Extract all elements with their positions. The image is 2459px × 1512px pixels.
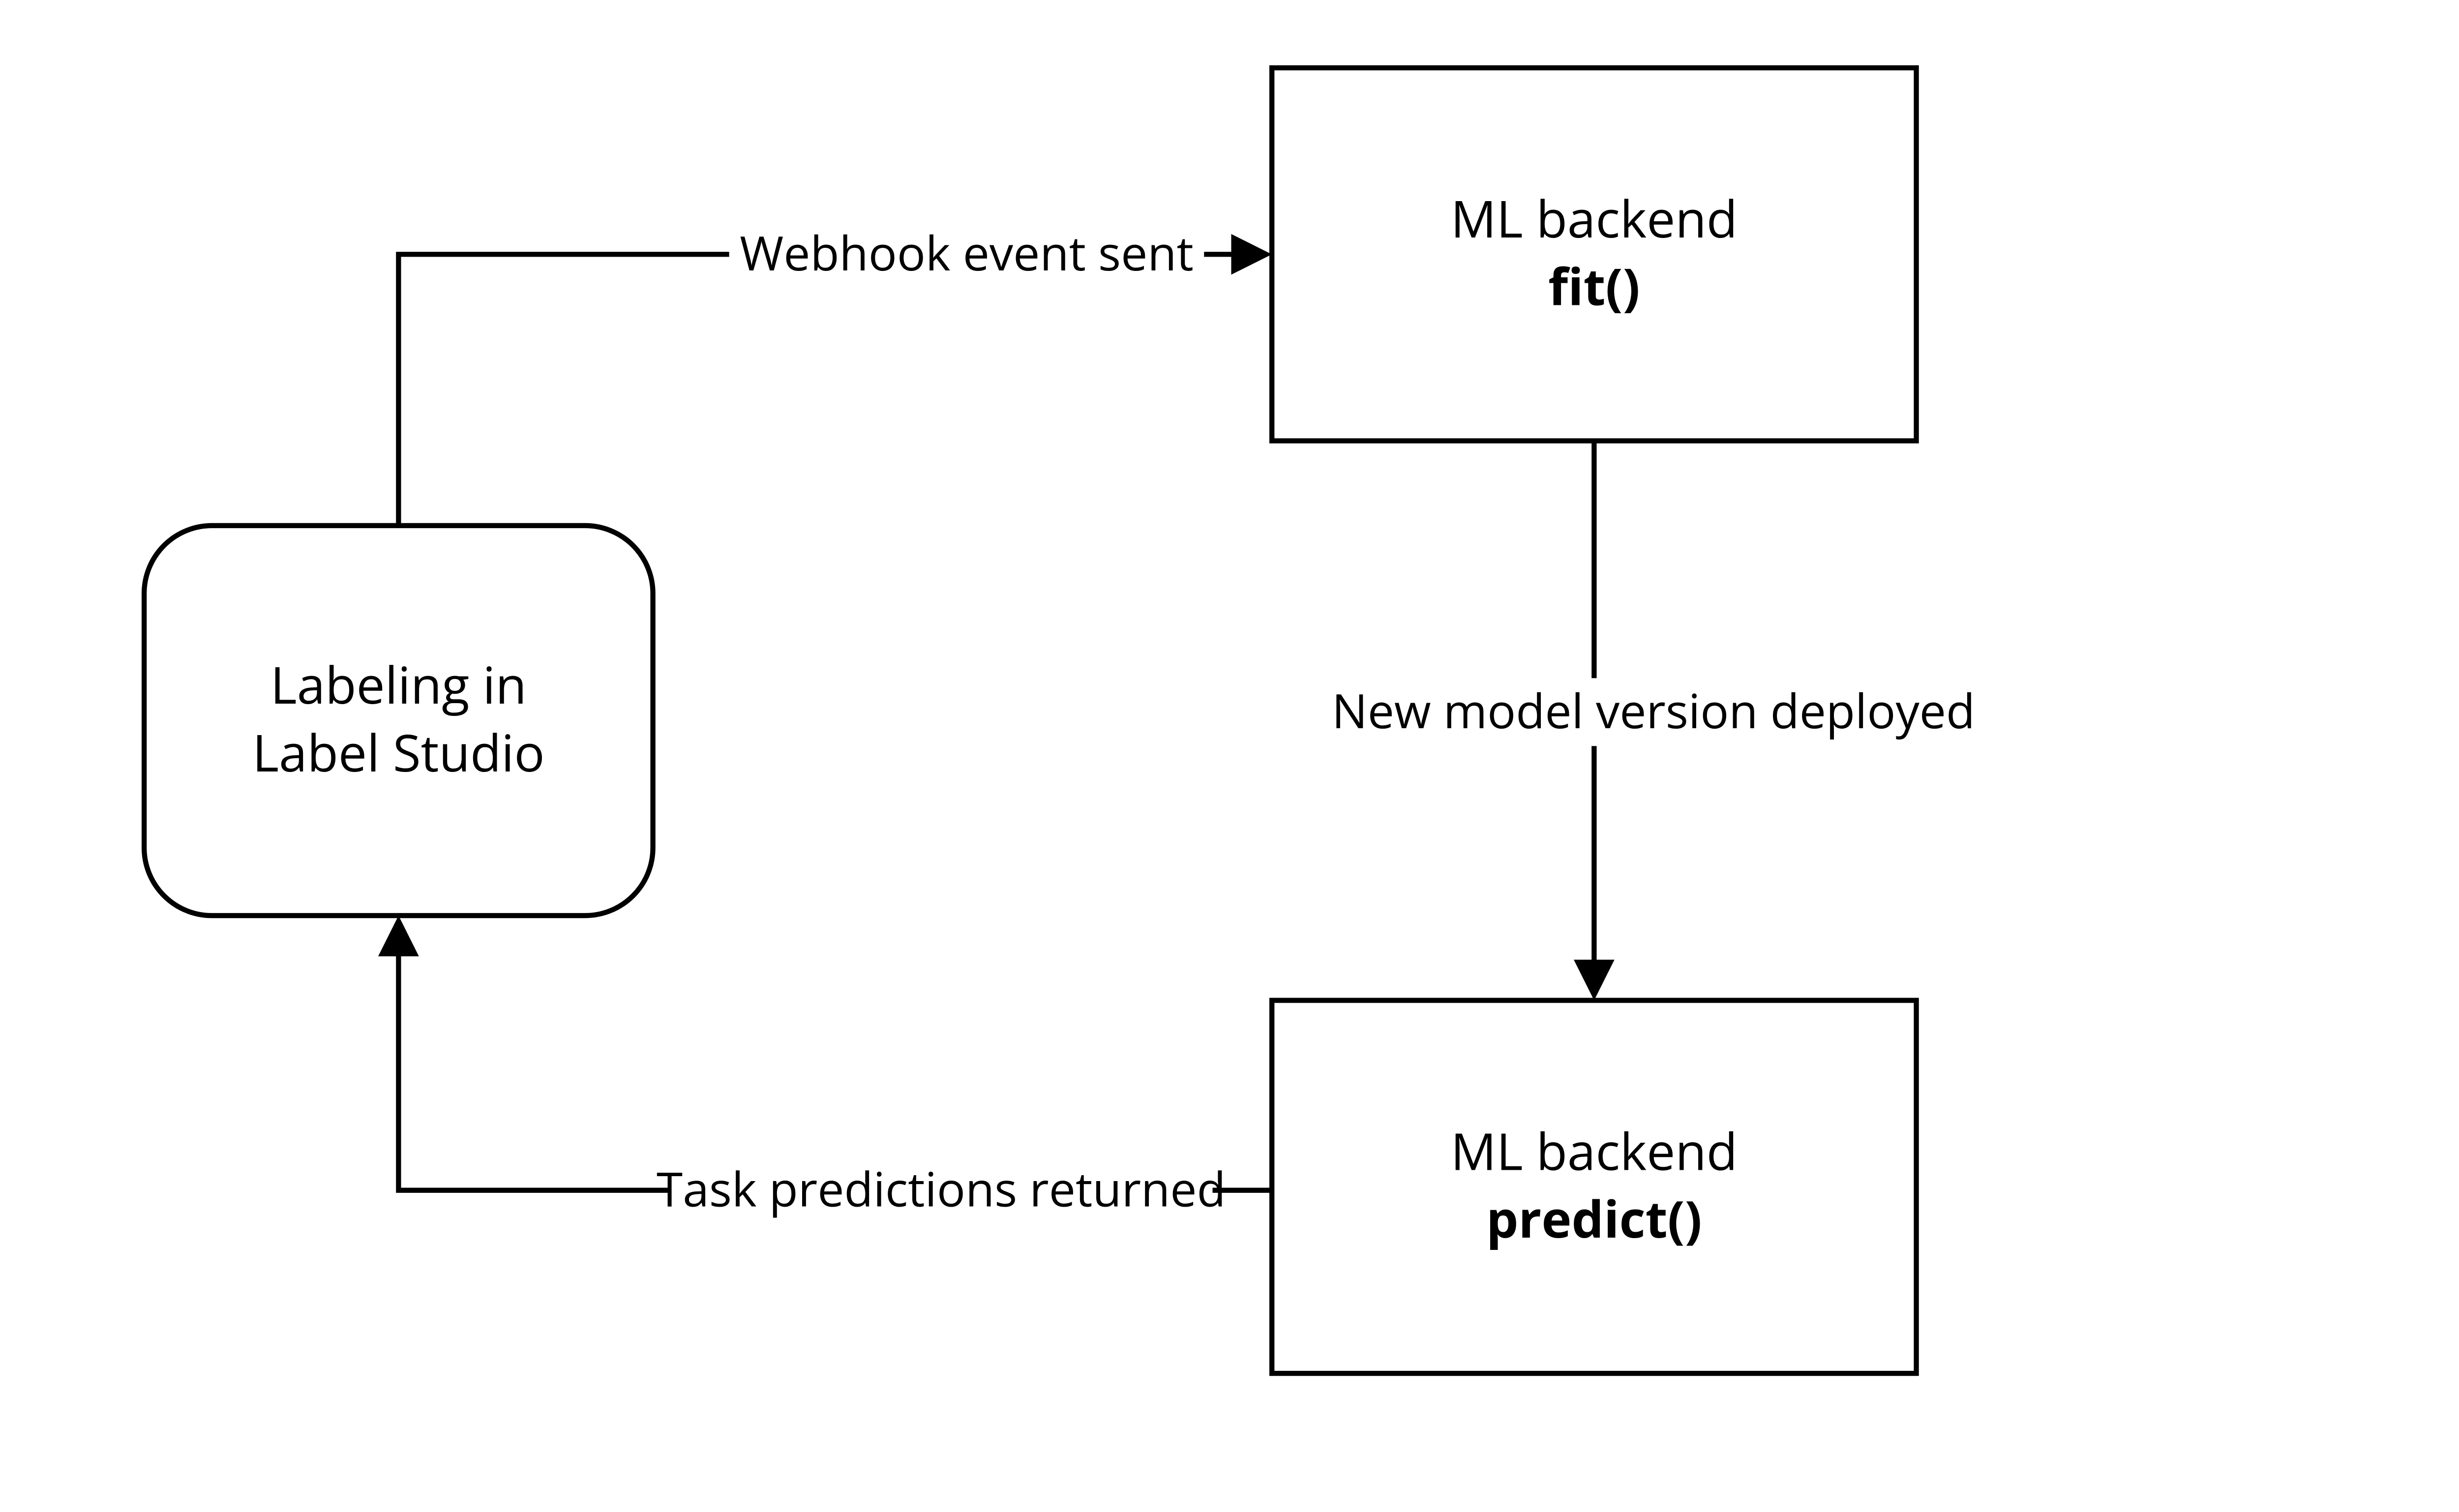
edge-predictions: Task predictions returned [398,922,1272,1224]
node-ml-predict: ML backend predict() [1272,1000,1916,1373]
edge-webhook-label: Webhook event sent [740,220,1194,285]
node-ml-fit-line1: ML backend [1451,183,1738,253]
node-ml-predict-line2: predict() [1486,1184,1702,1253]
edge-deploy-label: New model version deployed [1332,678,1975,742]
edge-deploy: New model version deployed [1306,441,2001,994]
node-label-studio: Labeling in Label Studio [144,526,653,916]
edge-predictions-label: Task predictions returned [657,1156,1226,1220]
node-ml-fit-line2: fit() [1548,251,1640,321]
node-ml-predict-line1: ML backend [1451,1116,1738,1185]
diagram-canvas: Labeling in Label Studio ML backend fit(… [0,0,2459,1492]
node-label-studio-line1: Labeling in [270,650,527,719]
node-label-studio-line2: Label Studio [252,717,544,787]
edge-webhook: Webhook event sent [398,220,1265,526]
node-ml-fit: ML backend fit() [1272,68,1916,441]
